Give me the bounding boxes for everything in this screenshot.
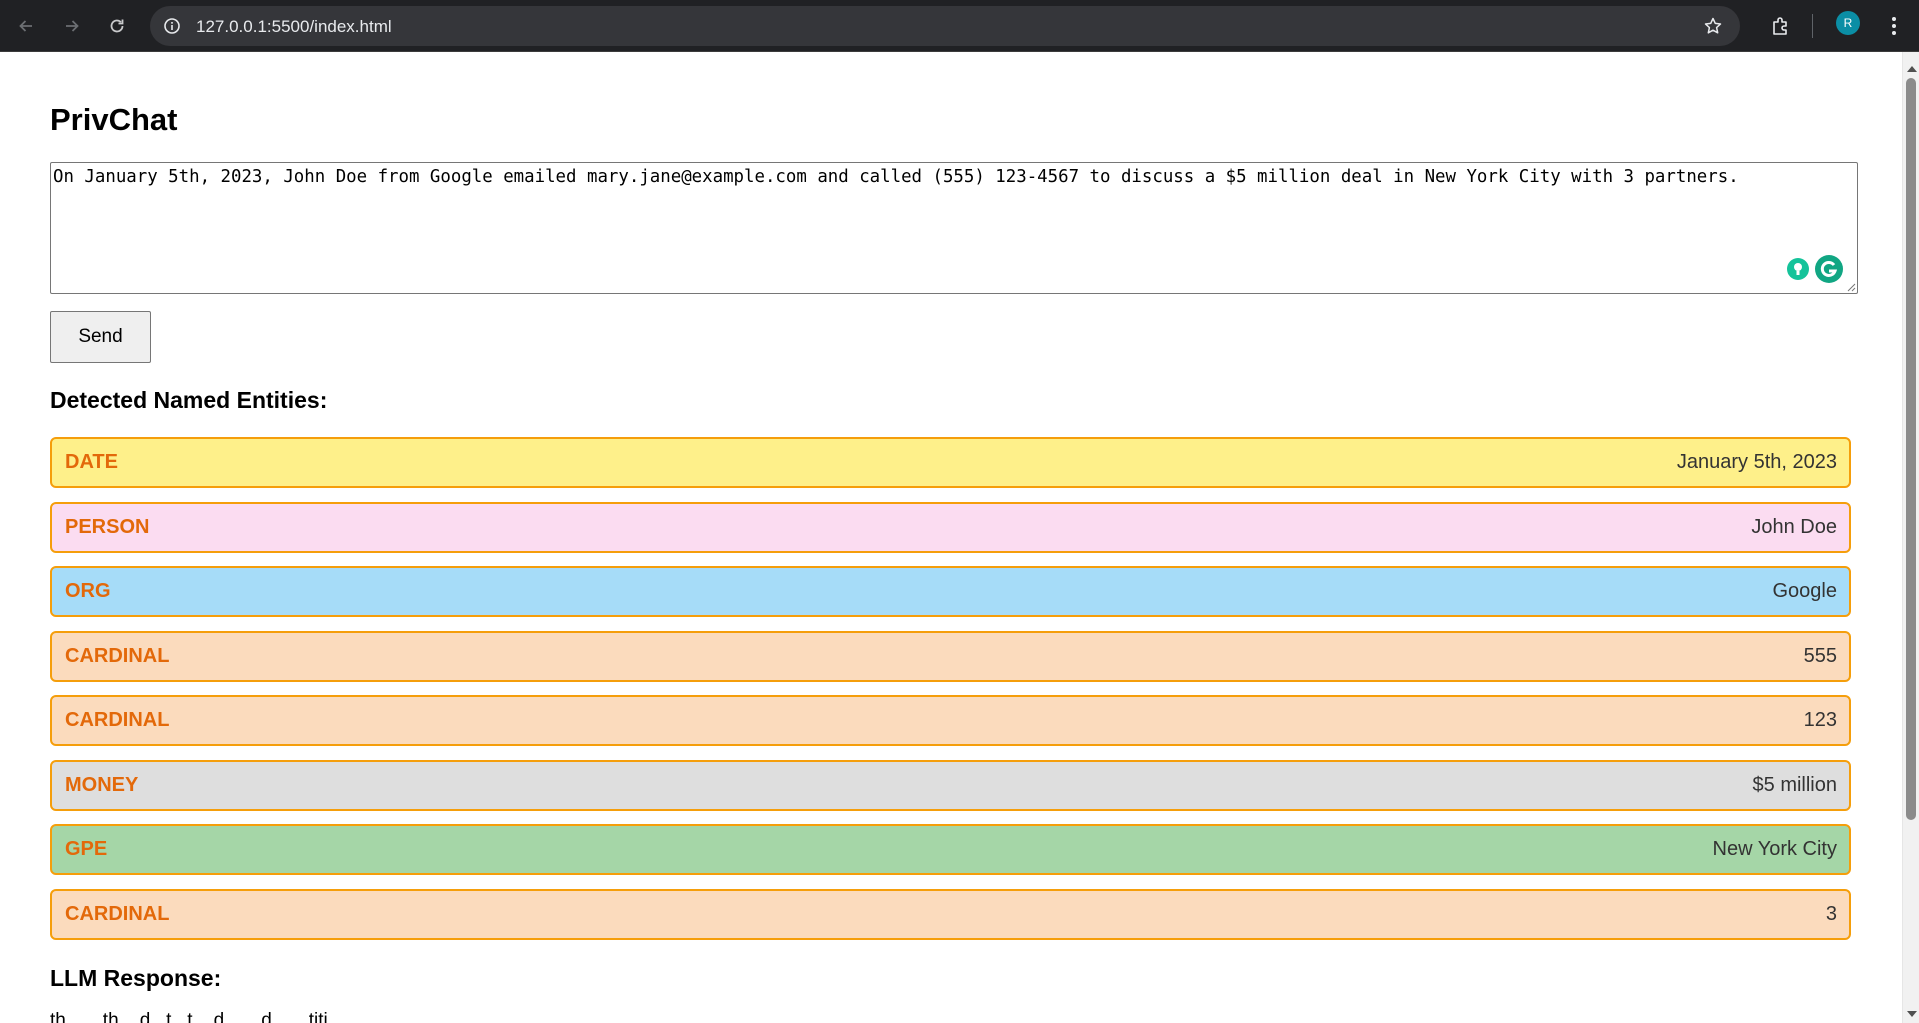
app-title: PrivChat — [50, 102, 178, 137]
page-content: PrivChat On January 5th, 2023, John Doe … — [0, 52, 1902, 1023]
reload-button[interactable] — [101, 10, 133, 42]
resize-grip-icon[interactable] — [1846, 282, 1856, 292]
send-button[interactable]: Send — [50, 311, 151, 363]
back-button[interactable] — [10, 10, 42, 42]
reload-icon — [110, 19, 124, 33]
kebab-menu-icon — [1892, 17, 1896, 35]
site-info-button[interactable] — [160, 14, 184, 38]
entity-value: $5 million — [1752, 773, 1837, 796]
llm-response-heading: LLM Response: — [50, 965, 222, 991]
back-arrow-icon — [19, 20, 32, 32]
entity-label: ORG — [65, 580, 111, 602]
browser-menu-button[interactable] — [1878, 10, 1910, 42]
entity-row: DATE January 5th, 2023 — [50, 437, 1851, 488]
scroll-thumb[interactable] — [1906, 78, 1916, 820]
grammarly-suggestion-icon — [1787, 258, 1809, 280]
address-bar[interactable]: 127.0.0.1:5500/index.html — [150, 6, 1740, 46]
page-scrollbar[interactable] — [1902, 52, 1919, 1023]
entity-value: 123 — [1803, 709, 1837, 731]
message-input[interactable]: On January 5th, 2023, John Doe from Goog… — [50, 162, 1858, 294]
grammarly-widget[interactable] — [1782, 250, 1852, 288]
entity-label: CARDINAL — [65, 644, 170, 667]
entity-value: John Doe — [1751, 515, 1837, 538]
entity-row: ORG Google — [50, 566, 1851, 617]
scroll-up-icon[interactable] — [1907, 66, 1917, 72]
entity-row: MONEY $5 million — [50, 759, 1851, 811]
bookmark-button[interactable] — [1702, 15, 1724, 37]
entity-label: DATE — [65, 451, 118, 473]
entity-label: PERSON — [65, 515, 150, 538]
toolbar-divider — [1812, 14, 1813, 38]
bookmark-star-icon — [1704, 17, 1722, 34]
entity-label: CARDINAL — [65, 902, 170, 925]
url-text: 127.0.0.1:5500/index.html — [196, 17, 392, 36]
entity-label: CARDINAL — [65, 709, 170, 731]
entity-value: New York City — [1712, 838, 1838, 860]
entity-row: PERSON John Doe — [50, 501, 1851, 553]
entity-label: MONEY — [65, 773, 139, 796]
profile-avatar[interactable]: R — [1836, 11, 1860, 35]
entities-heading: Detected Named Entities: — [50, 387, 328, 413]
entity-row: CARDINAL 555 — [50, 630, 1851, 682]
entity-row: CARDINAL 3 — [50, 888, 1851, 940]
extensions-button[interactable] — [1765, 10, 1797, 42]
site-info-icon — [164, 18, 180, 34]
forward-button[interactable] — [56, 10, 88, 42]
scroll-down-icon[interactable] — [1907, 1011, 1917, 1017]
forward-arrow-icon — [66, 20, 79, 32]
entity-row: CARDINAL 123 — [50, 695, 1851, 746]
entity-label: GPE — [65, 838, 108, 860]
browser-toolbar: 127.0.0.1:5500/index.html R — [0, 0, 1919, 52]
entity-list: DATE January 5th, 2023 PERSON John Doe O… — [50, 437, 1851, 953]
entity-value: Google — [1772, 580, 1838, 602]
entity-row: GPE New York City — [50, 824, 1851, 875]
extensions-icon — [1773, 17, 1787, 35]
llm-response-text: th... ...th... d...t...t... d... ...d...… — [50, 1010, 344, 1023]
entity-value: 555 — [1803, 644, 1837, 667]
entity-value: 3 — [1825, 902, 1837, 925]
grammarly-g-icon — [1815, 255, 1843, 283]
entity-value: January 5th, 2023 — [1676, 451, 1837, 473]
